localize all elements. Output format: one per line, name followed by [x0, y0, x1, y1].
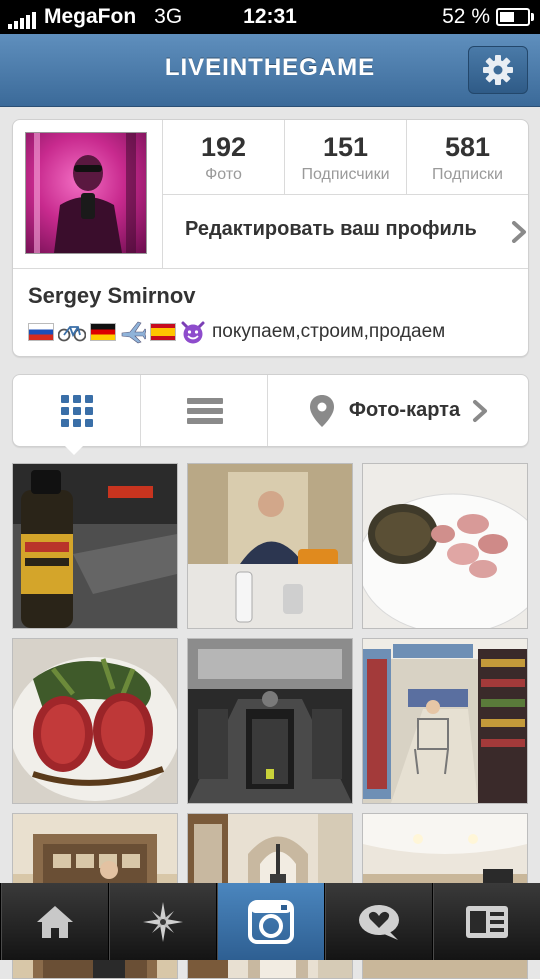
tab-camera[interactable]	[216, 883, 324, 960]
photo-map-label: Фото-карта	[348, 399, 461, 421]
bicycle-icon	[58, 326, 86, 342]
stat-photos[interactable]: 192 Фото	[162, 120, 284, 195]
avatar-photo	[34, 133, 136, 253]
battery-icon	[496, 8, 534, 26]
photo-image	[363, 464, 527, 628]
star-compass-icon	[142, 901, 183, 942]
gear-icon	[483, 55, 513, 85]
photo-thumbnail[interactable]	[362, 638, 528, 804]
profile-full-name: Sergey Smirnov	[28, 283, 196, 308]
profile-stats: 192 Фото 151 Подписчики 581 Подписки	[162, 120, 528, 195]
status-bar: MegaFon 3G 12:31 52 %	[0, 0, 540, 34]
photo-thumbnail[interactable]	[362, 463, 528, 629]
photo-image	[13, 639, 177, 803]
photo-image	[188, 464, 352, 628]
russia-flag-icon	[28, 323, 54, 341]
photo-image	[363, 639, 527, 803]
edit-profile-label: Редактировать ваш профиль	[185, 218, 477, 240]
home-icon	[36, 905, 73, 938]
divider	[13, 268, 528, 269]
photo-thumbnail[interactable]	[187, 638, 353, 804]
stat-label: Подписки	[432, 166, 503, 183]
stat-value: 151	[322, 132, 369, 162]
tab-photo-map[interactable]: Фото-карта	[267, 375, 529, 446]
airplane-icon	[121, 321, 146, 344]
germany-flag-icon	[90, 323, 116, 341]
profile-bio: покупаем,строим,продаем	[28, 320, 445, 344]
spain-flag-icon	[150, 323, 176, 341]
stat-value: 581	[444, 132, 491, 162]
photo-thumbnail[interactable]	[12, 463, 178, 629]
stat-value: 192	[200, 132, 247, 162]
chevron-right-icon	[512, 221, 526, 243]
page-title: LIVEINTHEGAME	[164, 54, 376, 81]
stat-label: Подписчики	[301, 166, 390, 183]
stat-label: Фото	[205, 166, 242, 183]
profile-card-icon	[465, 905, 508, 938]
active-tab-pointer	[63, 444, 85, 455]
edit-profile-button[interactable]: Редактировать ваш профиль	[162, 195, 529, 268]
photo-thumbnail[interactable]	[187, 463, 353, 629]
chevron-right-icon	[473, 399, 488, 422]
avatar[interactable]	[25, 132, 147, 254]
stat-followers[interactable]: 151 Подписчики	[284, 120, 406, 195]
tab-news[interactable]	[324, 883, 432, 960]
photo-image	[13, 464, 177, 628]
photo-thumbnail[interactable]	[12, 638, 178, 804]
profile-card: 192 Фото 151 Подписчики 581 Подписки Ред…	[12, 119, 529, 357]
battery-percent: 52 %	[442, 5, 490, 28]
battery-status: 52 %	[442, 5, 534, 29]
stat-following[interactable]: 581 Подписки	[406, 120, 528, 195]
settings-button[interactable]	[468, 46, 528, 94]
view-toggle-bar: Фото-карта	[12, 374, 529, 447]
map-pin-icon	[309, 394, 334, 427]
photo-image	[188, 639, 352, 803]
grid-icon	[60, 394, 93, 427]
bio-text: покупаем,строим,продаем	[212, 321, 446, 342]
nav-bar: LIVEINTHEGAME	[0, 34, 540, 107]
tab-profile[interactable]	[432, 883, 540, 960]
tab-grid-view[interactable]	[13, 375, 140, 446]
tab-list-view[interactable]	[140, 375, 268, 446]
camera-icon	[247, 899, 294, 944]
speech-heart-icon	[358, 904, 399, 940]
bottom-tab-bar	[0, 883, 540, 960]
list-icon	[186, 397, 223, 424]
tab-home[interactable]	[0, 883, 108, 960]
smiling-devil-icon	[181, 321, 205, 344]
tab-explore[interactable]	[108, 883, 216, 960]
